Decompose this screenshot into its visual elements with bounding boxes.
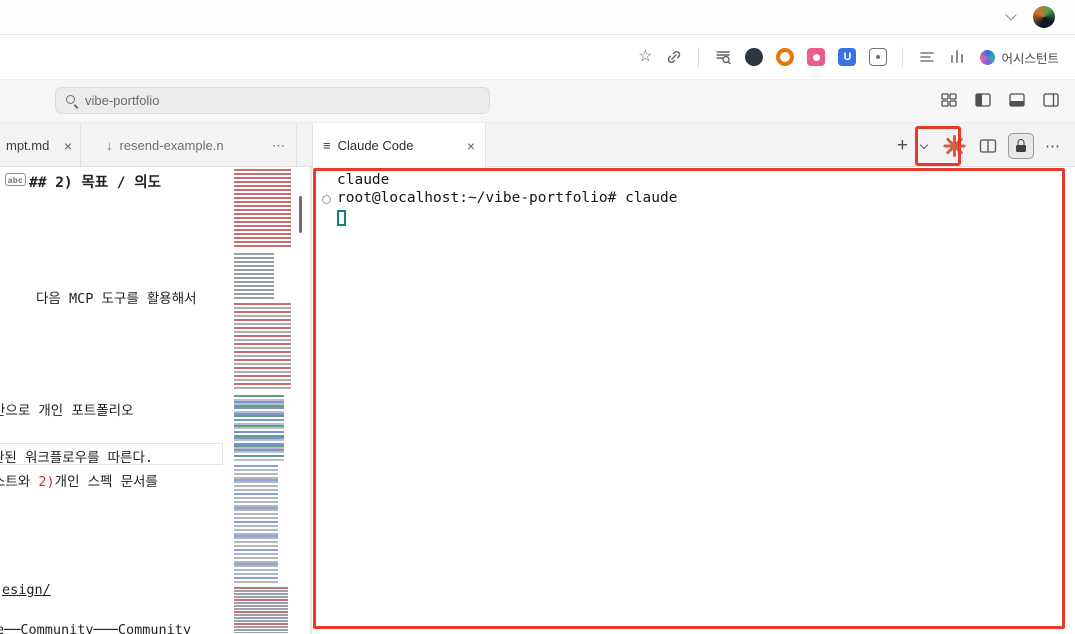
editor-line: 스트와 2)개인 스펙 문서를 — [0, 470, 158, 490]
extension-orange-icon[interactable] — [776, 48, 795, 66]
extension-dark-icon[interactable] — [745, 48, 764, 66]
toggle-secondary-sidebar-icon[interactable] — [1041, 90, 1061, 110]
split-editor-icon[interactable] — [979, 137, 997, 155]
editor-actions: + ⋯ — [889, 123, 1075, 168]
close-icon[interactable]: × — [64, 138, 72, 154]
terminal-prompt: root@localhost:~/vibe-portfolio# claude — [337, 190, 678, 206]
favorites-star-icon[interactable]: ☆ — [638, 49, 652, 65]
terminal-icon: ≡ — [323, 138, 331, 153]
lock-icon — [1016, 139, 1026, 152]
extension-blue-icon[interactable]: U — [838, 48, 857, 66]
editor-line: e──Community───Community — [0, 622, 192, 634]
browser-toolbar: ☆ U 어시스턴트 — [0, 35, 1075, 80]
terminal-line: claude — [337, 172, 390, 188]
app-window: ☆ U 어시스턴트 vibe-portfolio mpt.md × ↓ rese… — [0, 0, 1075, 634]
tab-resend-example[interactable]: ↓ resend-example.n ⋯ — [82, 123, 297, 168]
tab-bar: mpt.md × ↓ resend-example.n ⋯ ≡ Claude C… — [0, 122, 1075, 168]
search-icon — [65, 94, 78, 107]
tab-label: mpt.md — [6, 138, 50, 153]
terminal-dropdown-icon[interactable] — [919, 140, 929, 151]
minimap-block — [234, 587, 288, 633]
minimap[interactable] — [230, 167, 296, 634]
link-icon[interactable] — [665, 48, 683, 66]
toolbar-separator — [698, 47, 700, 67]
minimap-block — [234, 169, 291, 249]
assistant-label: 어시스턴트 — [1001, 51, 1059, 66]
list-icon[interactable] — [918, 48, 936, 66]
minimap-block — [234, 303, 291, 391]
assistant-icon — [980, 49, 996, 65]
customize-layout-icon[interactable] — [939, 90, 959, 110]
tab-prompt-md[interactable]: mpt.md × — [0, 123, 81, 168]
editor-line: 반으로 개인 포트폴리오 — [0, 403, 134, 419]
chevron-down-icon[interactable] — [1005, 9, 1017, 22]
spec-number: 2) — [38, 474, 55, 490]
scrollbar-thumb[interactable] — [299, 196, 302, 233]
reader-search-icon[interactable] — [714, 48, 732, 66]
editor-heading: ## 2) 목표 / 의도 — [29, 175, 161, 191]
vscode-titlebar: vibe-portfolio — [0, 80, 1075, 122]
layout-controls — [939, 90, 1061, 110]
new-terminal-button[interactable]: + — [897, 136, 908, 155]
editor-line: 다음 MCP 도구를 활용해서 — [36, 291, 197, 307]
extension-outline-icon[interactable] — [869, 48, 888, 66]
editor-line: 관된 워크플로우를 따른다. — [0, 450, 154, 466]
browser-titlebar — [0, 0, 1075, 35]
tab-claude-code[interactable]: ≡ Claude Code × — [312, 123, 486, 168]
activity-icon[interactable] — [949, 48, 967, 66]
toolbar-separator — [902, 47, 904, 67]
close-icon[interactable]: × — [467, 138, 475, 154]
toggle-panel-icon[interactable] — [1007, 90, 1027, 110]
terminal-cursor — [337, 210, 346, 226]
claude-code-terminal[interactable]: claude root@localhost:~/vibe-portfolio# … — [312, 167, 1075, 634]
profile-avatar[interactable] — [1033, 6, 1055, 28]
minimap-block — [234, 465, 278, 583]
claude-asterisk-icon — [943, 134, 965, 157]
spec-text: 개인 스펙 문서를 — [54, 474, 158, 490]
claude-button[interactable] — [940, 132, 968, 160]
assistant-button[interactable]: 어시스턴트 — [980, 48, 1059, 67]
minimap-block — [234, 253, 274, 299]
search-query: vibe-portfolio — [85, 93, 160, 108]
overflow-icon: ⋯ — [272, 137, 286, 153]
spec-text: 스트와 — [0, 474, 31, 490]
file-type-icon: ↓ — [106, 138, 113, 153]
editor-link[interactable]: esign/ — [2, 582, 51, 598]
command-center-search[interactable]: vibe-portfolio — [55, 87, 490, 114]
more-actions-icon[interactable]: ⋯ — [1045, 137, 1061, 155]
tab-label: resend-example.n — [119, 138, 224, 153]
extension-pink-icon[interactable] — [807, 48, 826, 66]
toggle-primary-sidebar-icon[interactable] — [973, 90, 993, 110]
command-decoration-icon[interactable] — [322, 195, 331, 204]
minimap-block — [234, 395, 284, 461]
abc-badge: abc — [5, 173, 26, 186]
editor-area: abc ## 2) 목표 / 의도 다음 MCP 도구를 활용해서 반으로 개인… — [0, 167, 1075, 634]
lock-toggle-button[interactable] — [1008, 132, 1034, 159]
tab-label: Claude Code — [337, 138, 414, 153]
